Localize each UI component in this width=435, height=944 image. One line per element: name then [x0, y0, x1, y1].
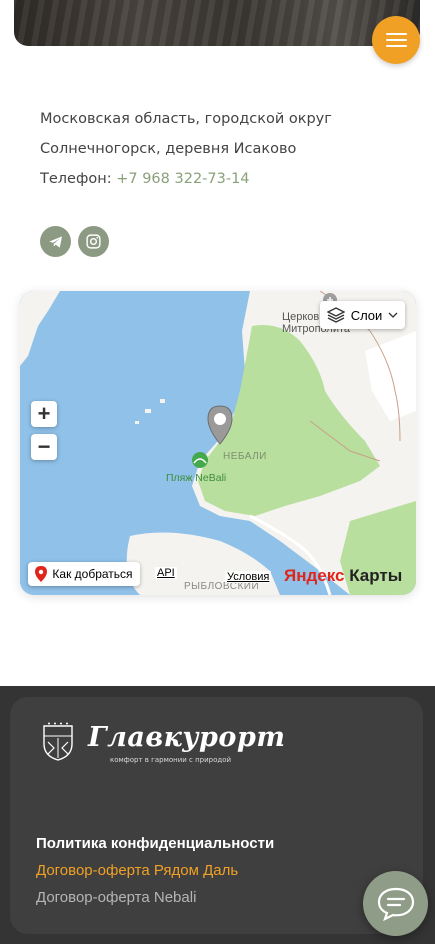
brand-tagline: комфорт в гармонии с природой — [110, 756, 232, 764]
instagram-button[interactable] — [78, 226, 109, 257]
zoom-in-button[interactable]: + — [31, 401, 57, 427]
layers-icon — [326, 307, 345, 323]
hamburger-icon-line — [385, 33, 407, 35]
telegram-icon — [48, 235, 62, 248]
chat-icon — [377, 887, 414, 921]
privacy-policy-link[interactable]: Политика конфиденциальности — [36, 835, 274, 852]
map-canvas[interactable] — [20, 291, 416, 595]
chevron-down-icon — [388, 312, 398, 318]
phone-row: Телефон: +7 968 322-73-14 — [40, 164, 400, 194]
brand-emblem-icon[interactable] — [40, 722, 76, 762]
layers-button[interactable]: Слои — [320, 301, 405, 329]
location-pin-icon — [35, 566, 48, 582]
zoom-out-button[interactable]: − — [31, 434, 57, 460]
yandex-logo-part1: Яндекс — [284, 566, 345, 585]
api-link[interactable]: API — [155, 567, 177, 579]
offer-ryadom-dal-link[interactable]: Договор-оферта Рядом Даль — [36, 862, 238, 879]
phone-label: Телефон: — [40, 171, 112, 187]
chat-button[interactable] — [363, 871, 428, 936]
instagram-icon — [86, 234, 101, 249]
terms-link[interactable]: Условия — [225, 571, 272, 583]
yandex-maps-logo[interactable]: Яндекс Карты — [284, 566, 402, 586]
yandex-logo-part2: Карты — [344, 566, 403, 585]
map-label-beach: Пляж NeBali — [166, 472, 227, 484]
map-label-nebali: НЕБАЛИ — [223, 451, 267, 462]
hero-image — [14, 0, 420, 46]
yandex-map[interactable]: Церков Митрополита НЕБАЛИ Пляж NeBali РЫ… — [20, 291, 416, 595]
offer-nebali-link[interactable]: Договор-оферта Nebali — [36, 889, 196, 906]
route-button[interactable]: Как добраться — [28, 562, 140, 586]
phone-link[interactable]: +7 968 322-73-14 — [116, 171, 249, 187]
hamburger-icon-line — [385, 39, 407, 41]
address-line-1: Московская область, городской округ — [40, 111, 332, 127]
menu-button[interactable] — [372, 16, 420, 64]
layers-label: Слои — [350, 307, 383, 323]
brand-name[interactable]: Главкурорт — [88, 722, 285, 753]
telegram-button[interactable] — [40, 226, 71, 257]
route-label: Как добраться — [52, 567, 133, 581]
hamburger-icon-line — [385, 45, 407, 47]
map-label-church-line1: Церков — [282, 311, 320, 323]
address-line-2: Солнечногорск, деревня Исаково — [40, 141, 297, 157]
contact-info: Московская область, городской округ Солн… — [40, 104, 400, 194]
